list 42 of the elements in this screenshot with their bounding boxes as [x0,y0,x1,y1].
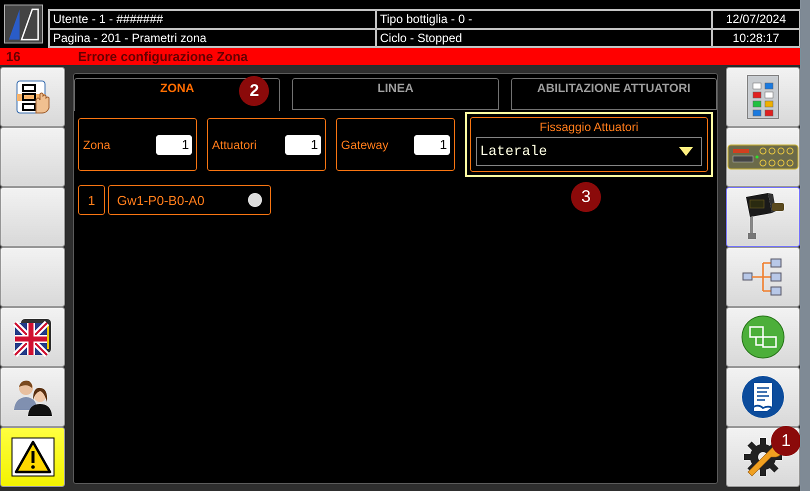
alarm-code: 16 [5,49,22,64]
gateway-item[interactable]: Gw1-P0-B0-A0 [108,185,271,215]
users-icon [12,378,52,416]
gateway-index: 1 [78,185,105,215]
side-button[interactable] [726,187,800,247]
user-label: Utente - 1 - ####### [49,10,376,29]
alarm-message: Errore configurazione Zona [78,49,248,64]
callout-badge: 3 [571,182,601,212]
side-button[interactable]: 1 [726,427,800,487]
side-button[interactable] [0,307,65,367]
cycle-label: Ciclo - Stopped [376,29,712,47]
side-button[interactable] [0,367,65,427]
bottle-type-label: Tipo bottiglia - 0 - [376,10,712,29]
number-field[interactable]: 1 [414,134,450,154]
fixing-dropdown[interactable]: Laterale [476,137,702,166]
side-button[interactable] [726,127,800,187]
document-icon [741,375,785,419]
page-label: Pagina - 201 - Prametri zona [49,29,376,47]
side-button[interactable] [726,367,800,427]
number-field[interactable]: 1 [156,134,192,154]
flag-icon [12,317,52,357]
date-label: 12/07/2024 [712,10,800,29]
network-icon [741,315,785,359]
time-label: 10:28:17 [712,29,800,47]
control-panel-icon [747,75,779,119]
callout-badge: 1 [771,426,801,456]
tab[interactable]: LINEA [292,78,499,110]
field-label: Zona [83,138,110,152]
number-field[interactable]: 1 [285,134,321,154]
flowchart-hand-icon [16,80,50,114]
logo-icon [4,4,43,44]
side-button[interactable] [726,247,800,307]
side-button[interactable] [0,67,65,127]
tab[interactable]: ZONA 2 [74,78,280,111]
field-label: Gateway [341,138,388,152]
warning-icon [10,437,54,477]
fixing-title: Fissaggio Attuatori [540,120,638,134]
dropdown-arrow-icon [679,147,693,156]
callout-badge: 2 [239,76,270,106]
tab[interactable]: ABILITAZIONE ATTUATORI [510,78,717,110]
field-label: Attuatori [212,138,257,152]
side-button[interactable] [0,427,65,487]
